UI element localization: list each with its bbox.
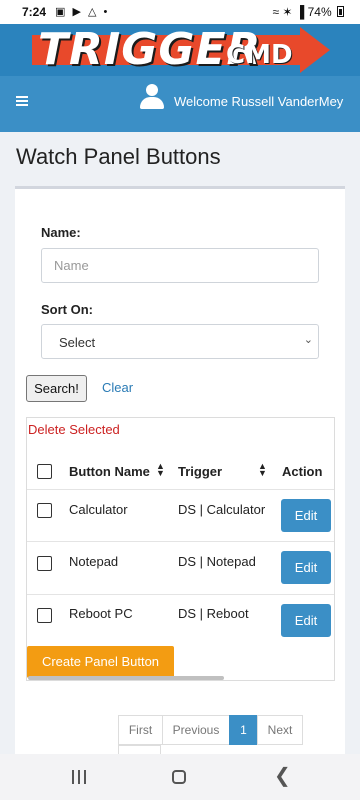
- page-current-button[interactable]: 1: [229, 715, 258, 745]
- status-bar: 7:24 ▣ ▶ △ • ≈ ✶ ▐ 74%: [0, 0, 360, 24]
- edit-button[interactable]: Edit: [281, 604, 331, 637]
- clear-link[interactable]: Clear: [102, 380, 133, 395]
- column-header-action: Action: [282, 464, 323, 479]
- cell-button-name: Calculator: [69, 502, 128, 517]
- sort-icon[interactable]: ▲ ▼: [258, 462, 267, 478]
- row-divider: [27, 489, 334, 490]
- sort-selected-value: Select: [59, 335, 96, 350]
- delete-selected-link[interactable]: Delete Selected: [28, 422, 120, 437]
- row-divider: [27, 541, 334, 542]
- logo-banner[interactable]: TRIGGER CMD: [0, 24, 360, 76]
- battery-percent: 74%: [307, 5, 332, 19]
- name-input[interactable]: [41, 248, 319, 283]
- notification-icons: ▣ ▶ △ •: [55, 6, 110, 18]
- recent-apps-icon[interactable]: [72, 770, 86, 784]
- status-time: 7:24: [22, 5, 47, 19]
- watch-panel-card: Name: Sort On: Select ⌄ Search! Clear De…: [15, 186, 345, 756]
- page-title: Watch Panel Buttons: [16, 144, 221, 169]
- navbar: Welcome Russell VanderMey: [0, 76, 360, 132]
- cell-button-name: Reboot PC: [69, 606, 133, 621]
- select-all-checkbox[interactable]: [37, 464, 52, 479]
- cell-trigger: DS | Notepad: [178, 554, 256, 569]
- logo-text-sub: CMD: [226, 40, 293, 70]
- edit-button[interactable]: Edit: [281, 499, 331, 532]
- buttons-table: Delete Selected Button Name ▲ ▼ Trigger ▲…: [26, 417, 335, 681]
- home-icon[interactable]: [172, 770, 186, 784]
- page-first-button[interactable]: First: [118, 715, 163, 745]
- battery-icon: [337, 6, 344, 17]
- page-previous-button[interactable]: Previous: [162, 715, 230, 745]
- android-nav-bar: ❮: [0, 754, 360, 800]
- row-checkbox[interactable]: [37, 556, 52, 571]
- search-button[interactable]: Search!: [26, 375, 87, 402]
- back-icon[interactable]: ❮: [274, 766, 291, 786]
- status-right: ≈ ✶ ▐ 74%: [272, 5, 344, 19]
- welcome-text[interactable]: Welcome Russell VanderMey: [174, 94, 343, 109]
- chevron-down-icon: ⌄: [303, 334, 313, 346]
- column-header-trigger[interactable]: Trigger: [178, 464, 222, 479]
- sort-select[interactable]: Select ⌄: [41, 324, 319, 359]
- sort-label: Sort On:: [41, 302, 93, 317]
- user-icon[interactable]: [140, 84, 164, 110]
- row-checkbox[interactable]: [37, 608, 52, 623]
- edit-button[interactable]: Edit: [281, 551, 331, 584]
- cell-trigger: DS | Reboot: [178, 606, 249, 621]
- row-checkbox[interactable]: [37, 503, 52, 518]
- name-label: Name:: [41, 225, 81, 240]
- cell-trigger: DS | Calculator: [178, 502, 266, 517]
- hamburger-icon[interactable]: [16, 96, 28, 106]
- horizontal-scrollbar[interactable]: [28, 676, 224, 680]
- sort-icon[interactable]: ▲ ▼: [156, 462, 165, 478]
- row-divider: [27, 594, 334, 595]
- create-panel-button[interactable]: Create Panel Button: [27, 646, 174, 678]
- cell-button-name: Notepad: [69, 554, 119, 569]
- logo-arrow-head: [300, 27, 330, 73]
- page-next-button[interactable]: Next: [257, 715, 303, 745]
- signal-icons: ≈ ✶ ▐: [272, 5, 305, 19]
- column-header-button-name[interactable]: Button Name: [69, 464, 150, 479]
